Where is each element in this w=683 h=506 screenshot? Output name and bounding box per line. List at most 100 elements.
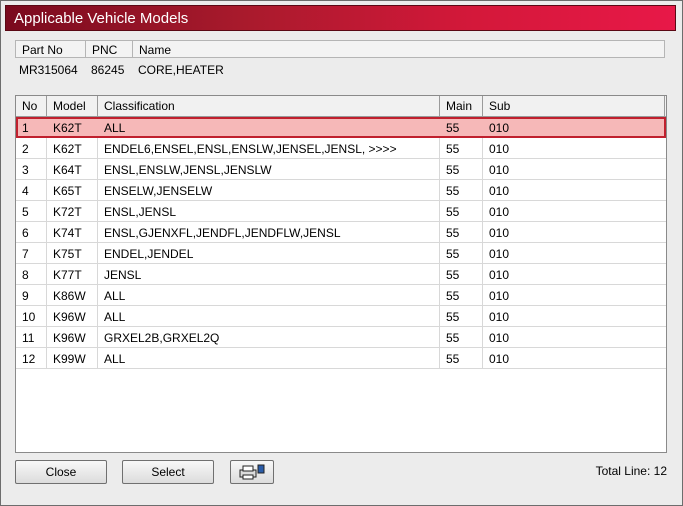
cell-no: 7	[22, 247, 29, 261]
column-divider[interactable]	[97, 96, 98, 116]
cell-sub: 010	[489, 268, 510, 282]
row-divider	[46, 243, 47, 263]
part-no-header: Part No	[22, 43, 63, 57]
pnc-value: 86245	[91, 63, 125, 77]
cell-sub: 010	[489, 310, 510, 324]
row-divider	[482, 243, 483, 263]
column-divider[interactable]	[46, 96, 47, 116]
cell-classification: ALL	[104, 310, 126, 324]
cell-main: 55	[446, 184, 460, 198]
row-divider	[439, 348, 440, 368]
row-divider	[439, 285, 440, 305]
part-info-panel: Part No PNC Name MR315064 86245 CORE,HEA…	[15, 40, 665, 91]
cell-no: 12	[22, 352, 36, 366]
cell-model: K74T	[53, 226, 82, 240]
table-row[interactable]: 7 K75T ENDEL,JENDEL 55 010	[16, 243, 666, 264]
cell-model: K96W	[53, 331, 86, 345]
title-bar[interactable]: Applicable Vehicle Models	[5, 5, 676, 31]
cell-model: K96W	[53, 310, 86, 324]
header-divider	[85, 41, 86, 57]
applicable-vehicle-models-window: Applicable Vehicle Models Part No PNC Na…	[0, 0, 683, 506]
row-divider	[46, 159, 47, 179]
cell-classification: GRXEL2B,GRXEL2Q	[104, 331, 220, 345]
cell-no: 5	[22, 205, 29, 219]
cell-sub: 010	[489, 184, 510, 198]
cell-sub: 010	[489, 163, 510, 177]
cell-model: K65T	[53, 184, 82, 198]
row-divider	[439, 138, 440, 158]
print-button[interactable]	[230, 460, 274, 484]
row-divider	[46, 348, 47, 368]
column-header-classification[interactable]: Classification	[104, 99, 175, 113]
cell-model: K64T	[53, 163, 82, 177]
table-row[interactable]: 3 K64T ENSL,ENSLW,JENSL,JENSLW 55 010	[16, 159, 666, 180]
cell-model: K77T	[53, 268, 82, 282]
cell-classification: ENDEL6,ENSEL,ENSL,ENSLW,JENSEL,JENSL, >>…	[104, 142, 397, 156]
column-header-no[interactable]: No	[22, 99, 37, 113]
cell-classification: ENSL,JENSL	[104, 205, 177, 219]
row-divider	[97, 159, 98, 179]
cell-sub: 010	[489, 331, 510, 345]
row-divider	[482, 348, 483, 368]
row-divider	[439, 243, 440, 263]
table-header: No Model Classification Main Sub	[16, 96, 666, 117]
cell-sub: 010	[489, 352, 510, 366]
name-value: CORE,HEATER	[138, 63, 224, 77]
vehicle-models-table[interactable]: No Model Classification Main Sub 1 K62T AL…	[15, 95, 667, 453]
table-row[interactable]: 2 K62T ENDEL6,ENSEL,ENSL,ENSLW,JENSEL,JENS…	[16, 138, 666, 159]
row-divider	[46, 306, 47, 326]
row-divider	[439, 180, 440, 200]
cell-no: 10	[22, 310, 36, 324]
column-header-model[interactable]: Model	[53, 99, 86, 113]
row-divider	[482, 285, 483, 305]
column-header-sub[interactable]: Sub	[489, 99, 510, 113]
column-header-main[interactable]: Main	[446, 99, 472, 113]
row-divider	[97, 222, 98, 242]
table-row[interactable]: 12 K99W ALL 55 010	[16, 348, 666, 369]
row-divider	[482, 264, 483, 284]
row-divider	[46, 180, 47, 200]
row-divider	[97, 138, 98, 158]
row-divider	[46, 285, 47, 305]
column-divider[interactable]	[482, 96, 483, 116]
name-header: Name	[139, 43, 172, 57]
row-divider	[439, 327, 440, 347]
row-divider	[97, 264, 98, 284]
row-divider	[482, 306, 483, 326]
table-row[interactable]: 10 K96W ALL 55 010	[16, 306, 666, 327]
row-divider	[46, 264, 47, 284]
table-row[interactable]: 4 K65T ENSELW,JENSELW 55 010	[16, 180, 666, 201]
cell-sub: 010	[489, 205, 510, 219]
row-divider	[439, 222, 440, 242]
row-divider	[482, 327, 483, 347]
row-divider	[482, 201, 483, 221]
cell-main: 55	[446, 226, 460, 240]
table-row[interactable]: 5 K72T ENSL,JENSL 55 010	[16, 201, 666, 222]
table-row-selected[interactable]: 1 K62T ALL 55 010	[16, 117, 666, 138]
column-divider	[664, 96, 665, 116]
cell-model: K86W	[53, 289, 86, 303]
cell-main: 55	[446, 247, 460, 261]
column-divider[interactable]	[439, 96, 440, 116]
row-divider	[482, 180, 483, 200]
table-row[interactable]: 8 K77T JENSL 55 010	[16, 264, 666, 285]
row-divider	[46, 201, 47, 221]
cell-no: 6	[22, 226, 29, 240]
table-row[interactable]: 6 K74T ENSL,GJENXFL,JENDFL,JENDFLW,JENSL 55…	[16, 222, 666, 243]
cell-classification: JENSL	[104, 268, 142, 282]
row-divider	[439, 159, 440, 179]
row-divider	[97, 201, 98, 221]
row-divider	[97, 348, 98, 368]
row-divider	[482, 222, 483, 242]
table-row[interactable]: 9 K86W ALL 55 010	[16, 285, 666, 306]
close-button[interactable]: Close	[15, 460, 107, 484]
row-divider	[97, 285, 98, 305]
select-button[interactable]: Select	[122, 460, 214, 484]
row-divider	[46, 222, 47, 242]
pnc-header: PNC	[92, 43, 118, 57]
row-divider	[439, 306, 440, 326]
cell-classification: ALL	[104, 121, 126, 135]
row-divider	[97, 327, 98, 347]
table-row[interactable]: 11 K96W GRXEL2B,GRXEL2Q 55 010	[16, 327, 666, 348]
header-divider	[132, 41, 133, 57]
